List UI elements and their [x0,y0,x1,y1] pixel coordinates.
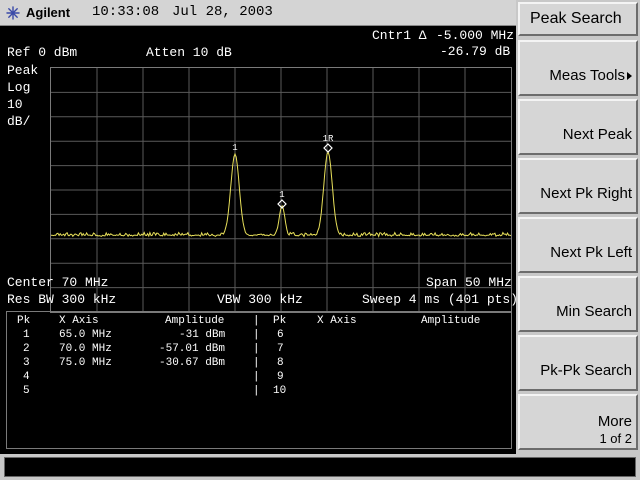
next-peak-left-button[interactable]: Next Pk Left [518,217,638,273]
brand-name: Agilent [26,5,71,20]
row-3-amp: -30.67 dBm [159,357,226,369]
status-message-field [4,457,636,477]
marker-readout-amp: -26.79 dB [440,44,511,59]
min-search-button[interactable]: Min Search [518,276,638,332]
row-8-pk: 8 [277,357,284,369]
softkey-panel: Peak Search Meas Tools Next Peak Next Pk… [516,0,640,454]
title-bar: Agilent 10:33:08 Jul 28, 2003 [0,0,516,26]
table-header-pk-right: Pk [273,315,287,327]
row-6-pk: 6 [277,329,284,341]
marker-1-reference-diamond-icon [323,143,333,153]
analyzer-display: Cntr1 Δ -5.000 MHz -26.79 dB Ref 0 dBm A… [0,26,519,454]
pk-pk-search-label: Pk-Pk Search [540,362,632,379]
row-2-pk: 2 [23,343,30,355]
row-5-pk: 5 [23,385,30,397]
next-peak-right-label: Next Pk Right [540,185,632,202]
row-1-x: 65.0 MHz [59,329,112,341]
row-7-pk: 7 [277,343,284,355]
meas-tools-label: Meas Tools [549,67,625,84]
row-2-x: 70.0 MHz [59,343,112,355]
center-frequency: Center 70 MHz [7,275,109,290]
table-header-amplitude: Amplitude [165,315,225,327]
marker-1-label: 1 [232,143,237,153]
status-bar [0,454,640,480]
span: Span 50 MHz [426,275,512,290]
detector-mode: Peak [7,63,39,78]
row-4-pk: 4 [23,371,30,383]
scale-unit: dB/ [7,114,31,129]
marker-table: Pk X Axis Amplitude | Pk X Axis Amplitud… [6,311,512,449]
next-peak-left-label: Next Pk Left [550,244,632,261]
submenu-arrow-icon [627,72,632,81]
video-bandwidth: VBW 300 kHz [217,292,303,307]
table-divider: | [253,371,260,383]
min-search-label: Min Search [556,303,632,320]
table-header-amplitude-right: Amplitude [421,315,481,327]
softkey-menu-title: Peak Search [518,2,638,36]
attenuation: Atten 10 dB [146,45,232,60]
row-3-x: 75.0 MHz [59,357,112,369]
table-divider: | [253,343,260,355]
agilent-logo-icon [6,6,20,20]
clock-time: 10:33:08 [92,4,160,20]
marker-readout-label: Cntr1 Δ [372,28,427,43]
softkey-menu-title-label: Peak Search [530,10,622,27]
table-divider: | [253,357,260,369]
row-2-amp: -57.01 dBm [159,343,226,355]
table-header-x-axis: X Axis [59,315,99,327]
resolution-bandwidth: Res BW 300 kHz [7,292,117,307]
next-peak-right-button[interactable]: Next Pk Right [518,158,638,214]
row-1-pk: 1 [23,329,30,341]
table-divider: | [253,385,260,397]
more-label: More [597,413,632,430]
scale-type: Log [7,80,31,95]
row-3-pk: 3 [23,357,30,369]
next-peak-label: Next Peak [562,126,632,143]
marker-1-reference-label: 1R [323,134,334,144]
scale-value: 10 [7,97,23,112]
table-header-divider: | [253,315,260,327]
more-button[interactable]: More 1 of 2 [518,394,638,450]
clock-date: Jul 28, 2003 [172,4,273,20]
marker-1-delta-label: 1 [279,190,284,200]
marker-readout-freq: -5.000 MHz [436,28,515,43]
row-1-amp: -31 dBm [179,329,226,341]
table-header-pk: Pk [17,315,31,327]
meas-tools-button[interactable]: Meas Tools [518,40,638,96]
table-divider: | [253,329,260,341]
row-10-pk: 10 [273,385,287,397]
sweep-time: Sweep 4 ms (401 pts) [362,292,519,307]
table-header-x-axis-right: X Axis [317,315,357,327]
ref-level: Ref 0 dBm [7,45,78,60]
next-peak-button[interactable]: Next Peak [518,99,638,155]
more-page-indicator: 1 of 2 [599,431,632,446]
pk-pk-search-button[interactable]: Pk-Pk Search [518,335,638,391]
row-9-pk: 9 [277,371,284,383]
